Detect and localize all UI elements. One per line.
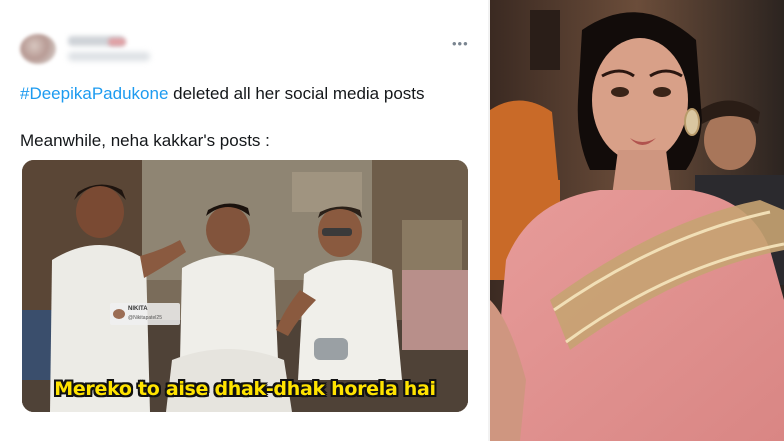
watermark-handle: @Nikitapatel25	[128, 315, 162, 321]
celebrity-photo	[490, 0, 784, 441]
watermark-name: NIKITA	[128, 306, 148, 312]
more-dots-icon[interactable]: •••	[452, 36, 469, 51]
tweet-text-line-1: #DeepikaPadukone deleted all her social …	[20, 84, 425, 104]
meme-watermark: NIKITA @Nikitapatel25	[110, 303, 180, 325]
watermark-avatar	[113, 309, 125, 319]
photo-scene	[490, 0, 784, 441]
tweet-text-line-2: Meanwhile, neha kakkar's posts :	[20, 131, 270, 150]
tweet-text-rest: deleted all her social media posts	[168, 84, 425, 103]
hashtag-link[interactable]: #DeepikaPadukone	[20, 84, 168, 103]
meme-image[interactable]: NIKITA @Nikitapatel25 Mereko to aise dha…	[22, 160, 468, 412]
meme-caption: Mereko to aise dhak-dhak horela hai	[54, 378, 436, 400]
avatar[interactable]	[20, 34, 56, 64]
blurred-name-emoji	[108, 38, 126, 46]
blurred-username	[68, 52, 150, 61]
tweet-card: ••• #DeepikaPadukone deleted all her soc…	[0, 0, 488, 441]
meme-scene	[22, 160, 468, 412]
